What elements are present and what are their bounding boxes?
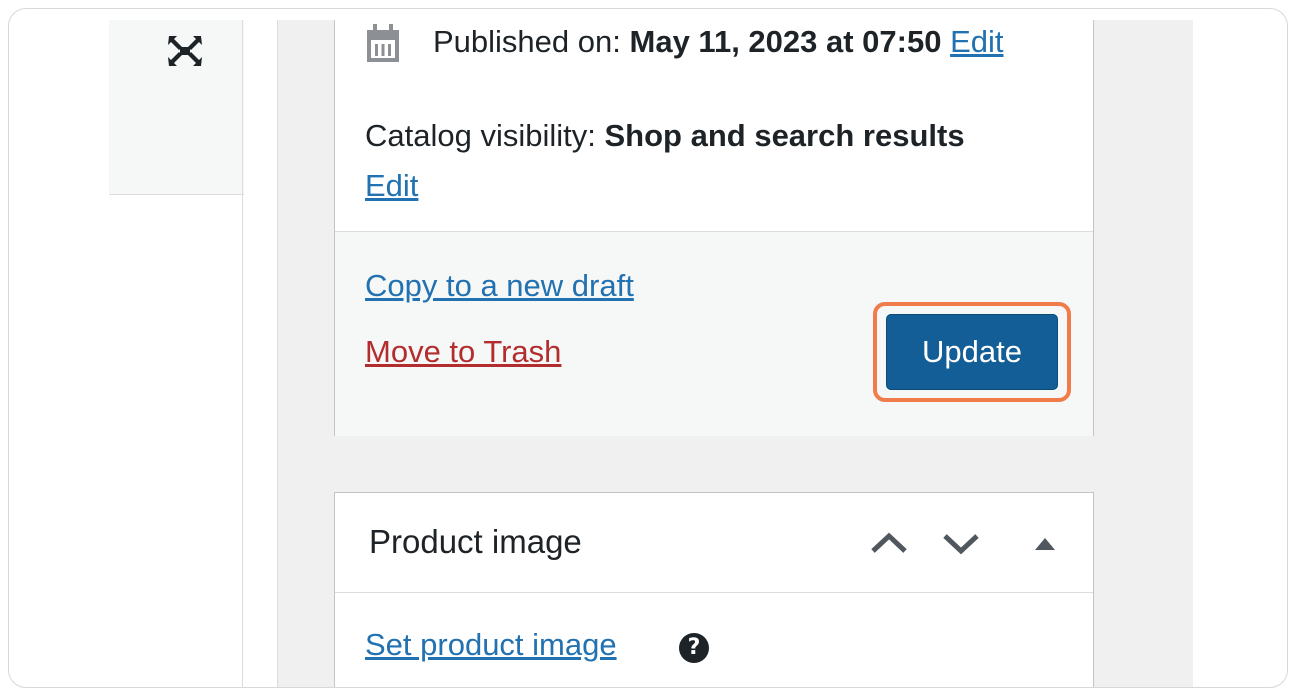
visibility-label: Catalog visibility: — [365, 118, 596, 153]
product-image-box: Product image Set product image ? — [334, 492, 1094, 687]
visibility-value: Shop and search results — [604, 118, 965, 153]
chevron-down-icon[interactable] — [939, 521, 983, 565]
editor-area — [109, 20, 244, 687]
published-label: Published on: — [433, 24, 621, 59]
editor-toolbar — [109, 20, 244, 195]
visibility-row: Catalog visibility: Shop and search resu… — [365, 118, 965, 154]
move-to-trash-link[interactable]: Move to Trash — [365, 334, 561, 369]
set-image-row: Set product image — [365, 627, 617, 663]
triangle-up-icon[interactable] — [1023, 521, 1067, 565]
canvas: Published on: May 11, 2023 at 07:50 Edit… — [109, 20, 1193, 687]
visibility-edit-link[interactable]: Edit — [365, 168, 418, 203]
publish-box: Published on: May 11, 2023 at 07:50 Edit… — [334, 20, 1094, 436]
visibility-edit-row: Edit — [365, 168, 418, 204]
product-image-header: Product image — [335, 493, 1093, 593]
help-icon[interactable]: ? — [679, 633, 709, 663]
editor-divider — [242, 20, 243, 687]
calendar-icon — [367, 24, 399, 62]
fullscreen-icon[interactable] — [161, 30, 209, 72]
copy-to-draft-link[interactable]: Copy to a new draft — [365, 268, 634, 303]
copy-draft-row: Copy to a new draft — [365, 268, 634, 304]
major-publishing-actions: Copy to a new draft Move to Trash Update — [335, 231, 1093, 436]
trash-row: Move to Trash — [365, 334, 561, 370]
published-on-row: Published on: May 11, 2023 at 07:50 Edit — [433, 24, 1004, 60]
chevron-up-icon[interactable] — [867, 521, 911, 565]
update-button-highlight: Update — [873, 302, 1071, 402]
screenshot-frame: Published on: May 11, 2023 at 07:50 Edit… — [8, 8, 1288, 688]
published-edit-link[interactable]: Edit — [950, 24, 1003, 59]
set-product-image-link[interactable]: Set product image — [365, 627, 617, 662]
product-image-title: Product image — [369, 523, 582, 560]
update-button[interactable]: Update — [886, 314, 1058, 390]
sidebar: Published on: May 11, 2023 at 07:50 Edit… — [277, 20, 1193, 687]
published-date: May 11, 2023 at 07:50 — [629, 24, 942, 59]
